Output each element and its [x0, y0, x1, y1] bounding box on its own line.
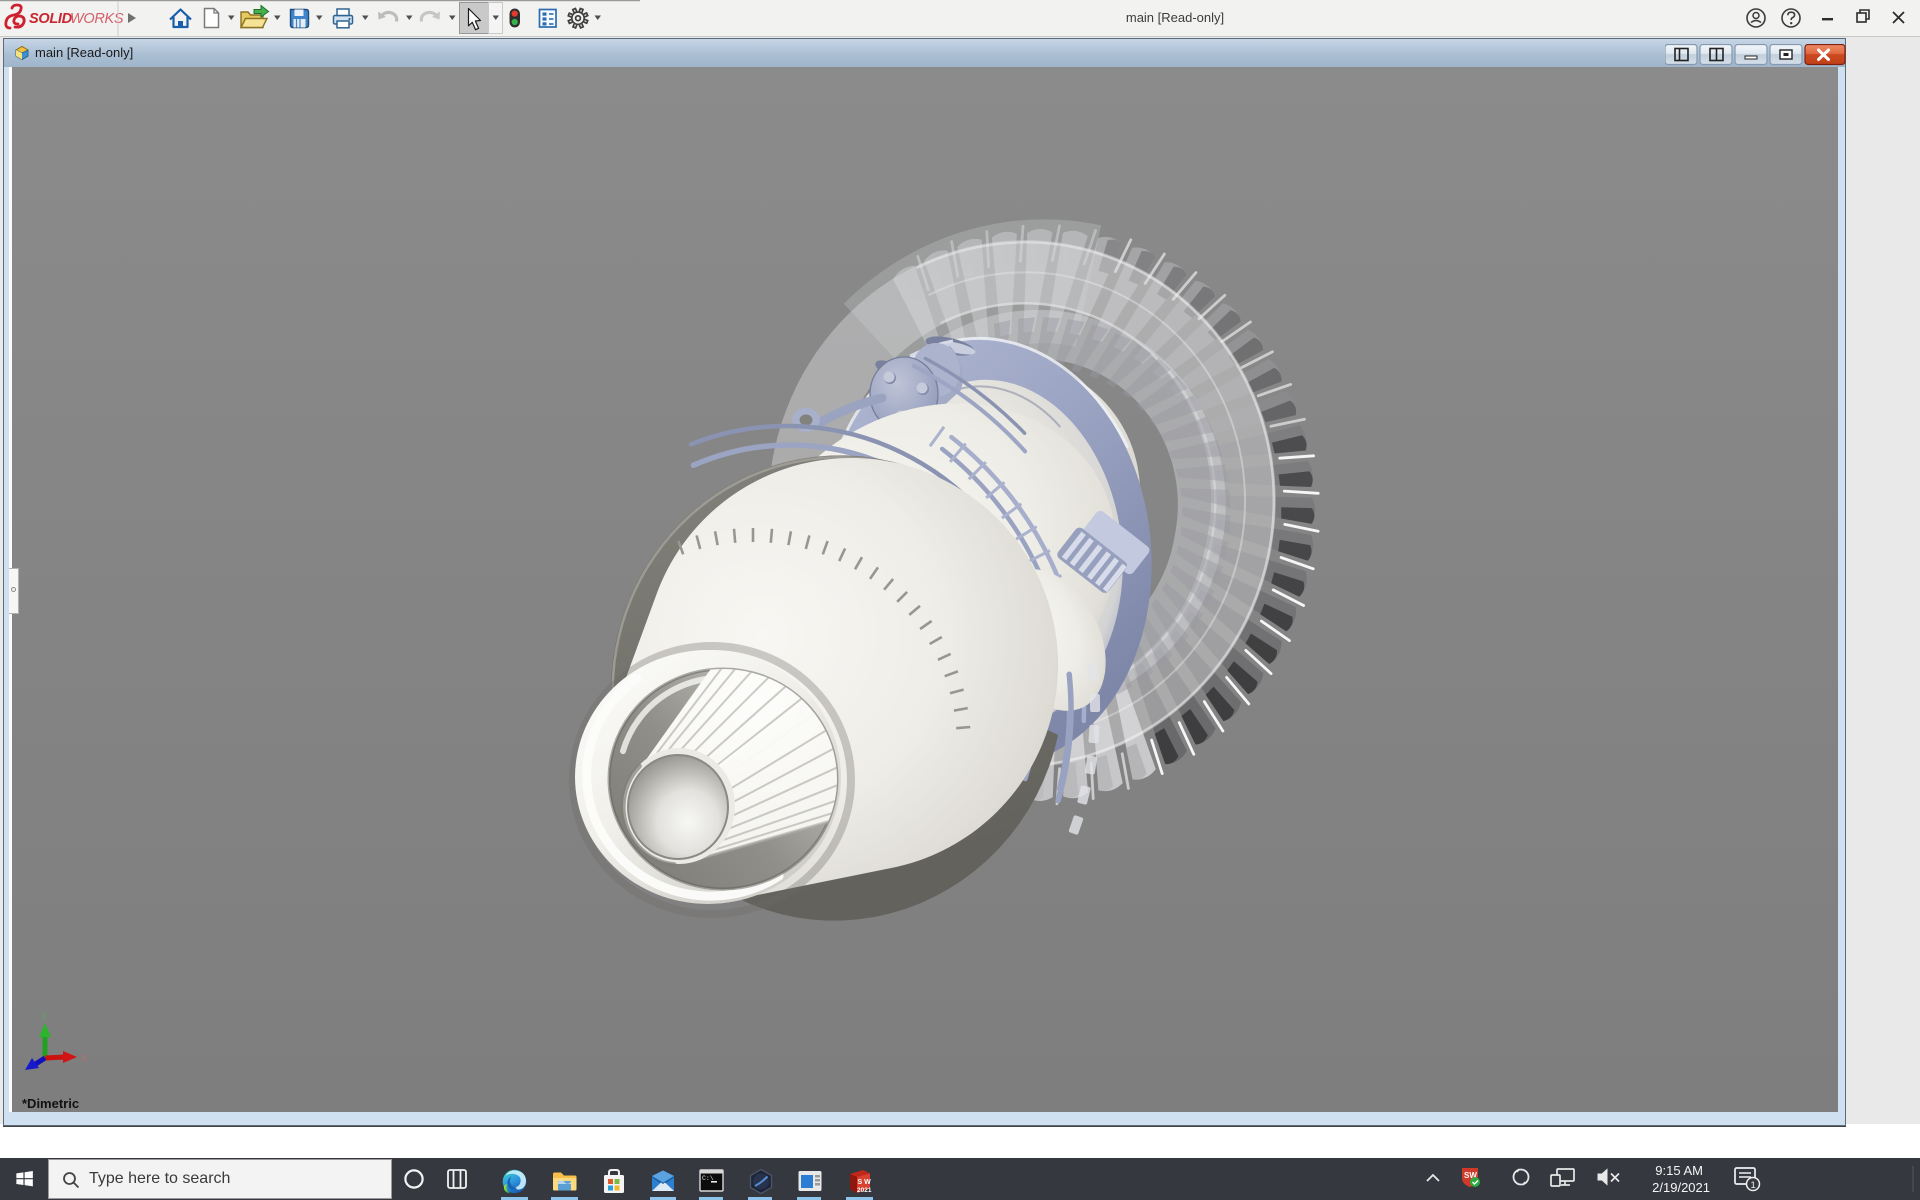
- svg-text:x: x: [81, 1052, 87, 1064]
- svg-text:9:15 AM: 9:15 AM: [1655, 1163, 1703, 1178]
- svg-text:2/19/2021: 2/19/2021: [1652, 1180, 1710, 1195]
- svg-text:WORKS: WORKS: [70, 11, 124, 27]
- svg-text:2021: 2021: [857, 1187, 872, 1194]
- svg-text:C:\: C:\: [702, 1175, 714, 1182]
- svg-text:S W: S W: [858, 1179, 872, 1186]
- svg-text:y: y: [41, 1009, 47, 1021]
- svg-text:1: 1: [1751, 1180, 1756, 1191]
- svg-text:SOLID: SOLID: [29, 11, 73, 27]
